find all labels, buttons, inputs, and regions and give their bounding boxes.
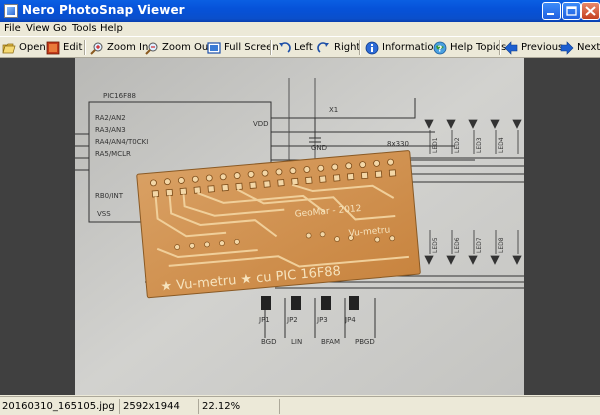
rotate-right-label: Right (334, 42, 361, 53)
close-button[interactable] (581, 2, 600, 20)
led-label-5: LED5 (432, 237, 439, 253)
information-button[interactable]: Information (365, 39, 440, 56)
menu-go[interactable]: Go (53, 22, 67, 35)
help-topics-label: Help Topics (450, 42, 507, 53)
arrow-right-icon (560, 40, 574, 55)
help-topics-button[interactable]: ? Help Topics (433, 39, 506, 56)
toolbar: Open Edit Zoom In Zoom Out Full Screen L… (0, 36, 600, 58)
app-window: Nero PhotoSnap Viewer File View Go Tools… (0, 0, 600, 415)
status-dimensions: 2592x1944 (121, 399, 199, 414)
window-title: Nero PhotoSnap Viewer (22, 3, 185, 17)
zoom-out-icon (145, 42, 158, 55)
zoom-out-label: Zoom Out (162, 42, 213, 53)
pin-label-3: RA4/AN4/T0CKI (95, 138, 148, 146)
rotate-right-button[interactable]: Right (317, 39, 360, 56)
jumper-desc-2: LIN (291, 338, 302, 346)
edit-label: Edit (63, 42, 83, 53)
image-viewport[interactable]: PIC16F88 RA2/AN2 RA3/AN3 RA4/AN4/T0CKI R… (0, 58, 600, 395)
zoom-in-button[interactable]: Zoom In (90, 39, 148, 56)
pin-label-2: RA3/AN3 (95, 126, 126, 134)
close-icon (585, 6, 596, 16)
folder-open-icon (2, 43, 16, 53)
svg-text:?: ? (438, 44, 443, 53)
zoom-in-icon (90, 42, 103, 55)
help-globe-icon: ? (433, 41, 447, 54)
status-zoom: 22.12% (200, 399, 280, 414)
title-bar[interactable]: Nero PhotoSnap Viewer (0, 0, 600, 22)
menu-tools[interactable]: Tools (72, 22, 97, 35)
previous-button[interactable]: Previous (504, 39, 563, 56)
edit-button[interactable]: Edit (46, 39, 82, 56)
resistor-label: 8x330 (387, 140, 409, 148)
pin-label-5: RB0/INT (95, 192, 124, 200)
led-label-4: LED4 (498, 137, 505, 153)
rotate-left-label: Left (294, 42, 313, 53)
maximize-icon (566, 6, 577, 16)
jumper-desc-3: BFAM (321, 338, 340, 346)
gnd-label: GND (311, 144, 327, 152)
toolbar-separator (270, 40, 272, 55)
led-label-2: LED2 (454, 137, 461, 153)
menu-file[interactable]: File (4, 22, 21, 35)
minimize-icon (547, 13, 554, 15)
edit-image-icon (46, 41, 60, 54)
crystal-label: X1 (329, 106, 338, 114)
pcb-board: GeoMar - 2012 Vu-metru ★ Vu-metru ★ cu P… (136, 150, 421, 299)
rotate-left-icon (279, 41, 291, 53)
chip-name-label: PIC16F88 (103, 92, 136, 100)
led-label-6: LED6 (454, 237, 461, 253)
status-bar: 20160310_165105.jpg 2592x1944 22.12% (0, 396, 600, 415)
full-screen-icon (207, 41, 221, 54)
next-label: Next (577, 42, 600, 53)
status-filename: 20160310_165105.jpg (0, 399, 120, 414)
minimize-button[interactable] (542, 2, 561, 20)
jumper-label-1: JP1 (258, 316, 270, 324)
led-label-7: LED7 (476, 237, 483, 253)
info-icon (365, 41, 379, 54)
led-label-1: LED1 (432, 137, 439, 153)
open-label: Open (19, 42, 46, 53)
information-label: Information (382, 42, 440, 53)
maximize-button[interactable] (562, 2, 581, 20)
jumper-label-3: JP3 (316, 316, 328, 324)
led-label-3: LED3 (476, 137, 483, 153)
menu-view[interactable]: View (26, 22, 50, 35)
photo: PIC16F88 RA2/AN2 RA3/AN3 RA4/AN4/T0CKI R… (75, 58, 524, 395)
toolbar-separator (84, 40, 86, 55)
jumper-desc-4: PBGD (355, 338, 375, 346)
jumper-desc-1: BGD (261, 338, 277, 346)
previous-label: Previous (521, 42, 564, 53)
jumper-label-4: JP4 (344, 316, 356, 324)
open-button[interactable]: Open (2, 39, 46, 56)
jumper-label-2: JP2 (286, 316, 298, 324)
menu-help[interactable]: Help (100, 22, 123, 35)
toolbar-separator (359, 40, 361, 55)
arrow-left-icon (504, 40, 518, 55)
pcb-photo-illustration: PIC16F88 RA2/AN2 RA3/AN3 RA4/AN4/T0CKI R… (75, 58, 524, 395)
rotate-right-icon (317, 41, 329, 53)
rotate-left-button[interactable]: Left (277, 39, 313, 56)
vdd-label: VDD (253, 120, 269, 128)
toolbar-separator (499, 40, 501, 55)
zoom-in-label: Zoom In (107, 42, 149, 53)
menu-bar: File View Go Tools Help (0, 22, 600, 36)
pin-label-4: RA5/MCLR (95, 150, 131, 158)
led-label-8: LED8 (498, 237, 505, 253)
pin-label-1: RA2/AN2 (95, 114, 126, 122)
next-button[interactable]: Next (560, 39, 600, 56)
app-icon (4, 4, 18, 18)
vss-label: VSS (97, 210, 111, 218)
zoom-out-button[interactable]: Zoom Out (145, 39, 212, 56)
full-screen-button[interactable]: Full Screen (207, 39, 279, 56)
